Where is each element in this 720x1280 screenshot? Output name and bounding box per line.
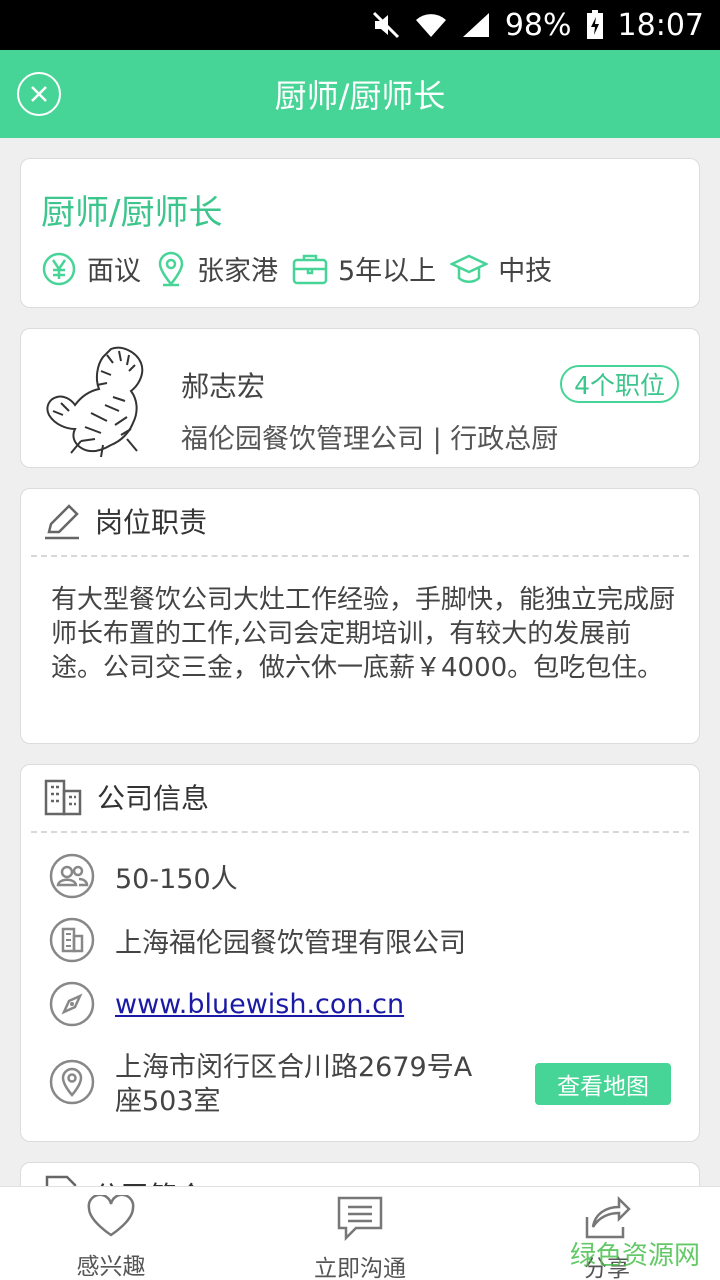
education-item: 中技 <box>450 249 552 288</box>
positions-count-badge[interactable]: 4个职位 <box>560 365 679 403</box>
company-size-row: 50-150人 <box>49 853 238 899</box>
duties-text: 有大型餐饮公司大灶工作经验，手脚快，能独立完成厨师长布置的工作,公司会定期培训，… <box>51 585 676 683</box>
experience-text: 5年以上 <box>338 256 437 287</box>
signal-icon <box>462 13 489 37</box>
salary-text: 面议 <box>87 256 141 287</box>
job-summary-card: 厨师/厨师长 面议 张家港 5年以上 中技 <box>20 158 700 308</box>
company-name: 上海福伦园餐饮管理有限公司 <box>115 927 466 959</box>
tab-interested[interactable]: 感兴趣 <box>36 1195 186 1280</box>
watermark: 绿色资源网 <box>569 1241 700 1271</box>
company-website-link[interactable]: www.bluewish.con.cn <box>115 989 404 1020</box>
building-icon <box>44 779 82 816</box>
salary-item: 面议 <box>41 249 141 288</box>
job-meta: 面议 张家港 5年以上 中技 <box>41 249 566 288</box>
job-title: 厨师/厨师长 <box>41 193 223 233</box>
divider <box>31 555 689 557</box>
tab-chat-label: 立即沟通 <box>314 1256 406 1280</box>
bottom-action-bar: 感兴趣 立即沟通 分享 绿色资源网 <box>0 1186 720 1280</box>
heart-icon <box>87 1195 135 1237</box>
mute-icon <box>372 11 399 39</box>
address-line-1: 上海市闵行区合川路2679号A <box>115 1052 473 1083</box>
compass-icon <box>49 981 95 1027</box>
yen-icon <box>42 252 76 285</box>
battery-percent: 98% <box>504 7 572 43</box>
map-pin-icon <box>49 1059 95 1105</box>
experience-item: 5年以上 <box>292 249 436 288</box>
job-duties-card: 岗位职责 有大型餐饮公司大灶工作经验，手脚快，能独立完成厨师长布置的工作,公司会… <box>20 488 700 744</box>
recruiter-company: 福伦园餐饮管理公司 | 行政总厨 <box>181 424 559 455</box>
view-map-button[interactable]: 查看地图 <box>535 1063 671 1105</box>
location-item: 张家港 <box>155 249 278 288</box>
duties-heading-text: 岗位职责 <box>95 506 208 539</box>
close-icon <box>31 86 47 102</box>
tab-interested-label: 感兴趣 <box>76 1254 146 1280</box>
graduation-cap-icon <box>450 254 489 283</box>
office-icon <box>49 917 95 963</box>
recruiter-card[interactable]: 郝志宏 福伦园餐饮管理公司 | 行政总厨 4个职位 <box>20 328 700 468</box>
duties-heading: 岗位职责 <box>43 501 207 541</box>
company-address-row: 上海市闵行区合川路2679号A 座503室 <box>49 1051 472 1119</box>
tiger-logo <box>46 346 144 458</box>
briefcase-icon <box>292 254 328 284</box>
company-info-heading: 公司信息 <box>43 777 209 817</box>
company-info-heading-text: 公司信息 <box>97 782 210 815</box>
company-size: 50-150人 <box>115 863 238 895</box>
company-address: 上海市闵行区合川路2679号A 座503室 <box>115 1051 472 1119</box>
message-icon <box>337 1196 383 1241</box>
company-website-row[interactable]: www.bluewish.con.cn <box>49 981 404 1027</box>
clock: 18:07 <box>617 7 704 43</box>
tab-chat[interactable]: 立即沟通 <box>285 1195 435 1280</box>
address-line-2: 座503室 <box>115 1086 221 1117</box>
recruiter-name: 郝志宏 <box>181 370 266 403</box>
page-title: 厨师/厨师长 <box>274 77 446 115</box>
company-info-card: 公司信息 50-150人 上海福伦园餐饮管理有限公司 www.bluewish.… <box>20 764 700 1142</box>
company-name-row: 上海福伦园餐饮管理有限公司 <box>49 917 466 963</box>
status-bar: 98% 18:07 <box>0 0 720 50</box>
education-text: 中技 <box>498 256 553 287</box>
location-pin-icon <box>158 251 184 286</box>
pencil-icon <box>45 504 79 540</box>
close-button[interactable] <box>17 72 61 116</box>
people-icon <box>49 853 95 899</box>
battery-charging-icon <box>586 10 603 39</box>
location-text: 张家港 <box>197 256 278 287</box>
divider <box>31 831 689 833</box>
wifi-icon <box>415 14 446 37</box>
app-header: 厨师/厨师长 <box>0 50 720 138</box>
